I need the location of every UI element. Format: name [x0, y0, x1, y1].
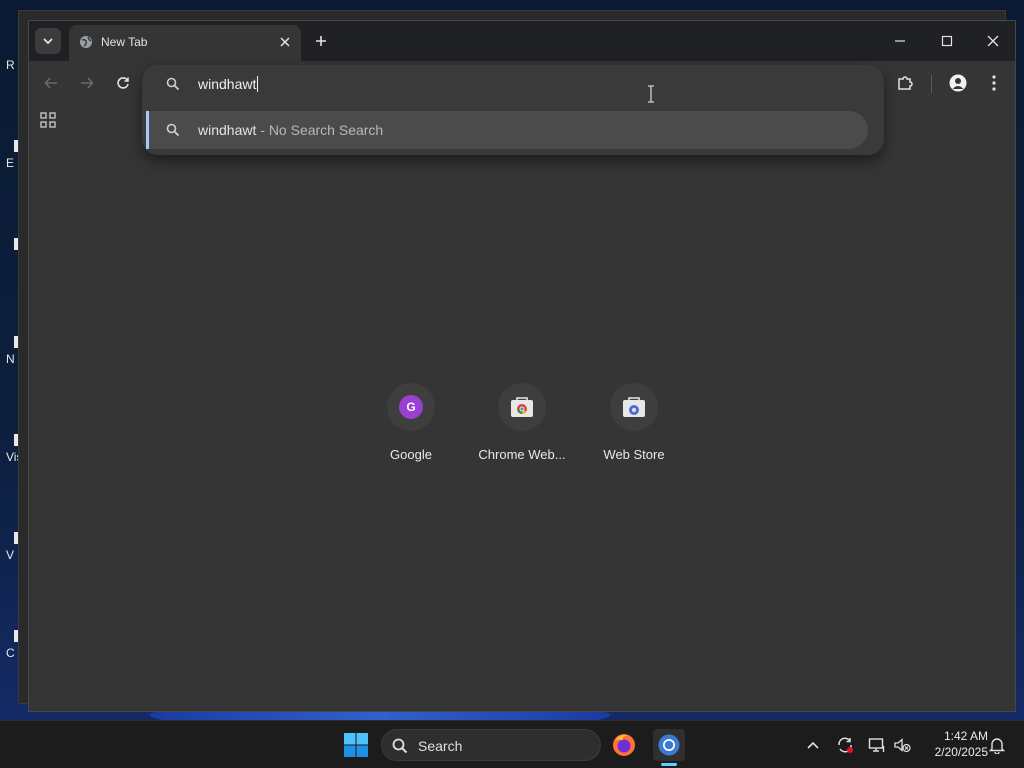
speaker-muted-icon [894, 738, 911, 753]
shortcut-tile [610, 383, 658, 431]
network-icon [868, 738, 885, 752]
bell-icon [989, 738, 1005, 754]
title-bar: New Tab [29, 21, 1015, 61]
omnibox-dropdown: windhawt windhawt - No Search Search [142, 65, 884, 155]
text-caret [257, 76, 259, 92]
maximize-button[interactable] [934, 29, 960, 53]
toolbar-divider [931, 75, 932, 93]
desktop-icon-label[interactable]: C [6, 646, 15, 660]
text-cursor-icon [648, 85, 654, 103]
close-icon [280, 37, 290, 47]
omnibox-value: windhawt [198, 76, 257, 92]
chrome-web-store-icon [511, 397, 533, 417]
sync-status-tray[interactable] [835, 735, 855, 755]
network-tray[interactable] [867, 735, 887, 755]
reload-icon [117, 77, 129, 89]
reload-button[interactable] [111, 71, 135, 95]
tab-new-tab[interactable]: New Tab [69, 25, 301, 61]
taskbar-clock[interactable]: 1:42 AM 2/20/2025 [918, 728, 988, 760]
minimize-button[interactable] [887, 29, 913, 53]
shortcut-label: Google [390, 447, 432, 462]
minimize-icon [895, 40, 905, 42]
selection-indicator [146, 111, 149, 149]
windows-start-icon[interactable] [342, 731, 370, 759]
suggestion-text: windhawt - No Search Search [198, 122, 383, 138]
shortcut-google[interactable]: G Google [361, 381, 461, 471]
avatar-icon [949, 74, 967, 92]
omnibox-input[interactable]: windhawt [198, 76, 259, 92]
shortcut-tile [498, 383, 546, 431]
shortcut-label: Chrome Web... [478, 447, 566, 462]
back-button[interactable] [39, 71, 63, 95]
menu-button[interactable] [982, 71, 1006, 95]
arrow-right-icon [81, 77, 94, 89]
taskbar-chrome[interactable] [653, 729, 685, 761]
forward-button[interactable] [75, 71, 99, 95]
omnibox-suggestion[interactable]: windhawt - No Search Search [146, 111, 868, 149]
volume-tray[interactable] [892, 735, 912, 755]
search-icon [166, 123, 180, 137]
chevron-up-icon [807, 741, 819, 749]
plus-icon [316, 36, 326, 46]
shortcut-label: Web Store [603, 447, 665, 462]
arrow-left-icon [44, 77, 57, 89]
firefox-icon [613, 734, 635, 756]
search-icon [392, 738, 408, 754]
clock-time: 1:42 AM [943, 729, 988, 743]
shortcut-web-store[interactable]: Web Store [584, 381, 684, 471]
browser-window: New Tab windhawt windhawt - No Search Se… [28, 20, 1016, 712]
taskbar-search[interactable]: Search [381, 729, 601, 761]
taskbar: Search 1:42 AM 2/20/2025 [0, 720, 1024, 768]
suggestion-description: - No Search Search [256, 122, 384, 138]
show-hidden-icons-button[interactable] [803, 735, 823, 755]
puzzle-icon [898, 76, 913, 90]
taskbar-firefox[interactable] [608, 729, 640, 761]
close-window-button[interactable] [980, 29, 1006, 53]
grid-icon [40, 112, 56, 128]
taskbar-search-label: Search [418, 738, 463, 754]
active-app-indicator [661, 763, 677, 766]
desktop-icon-label[interactable]: V [6, 548, 14, 562]
tab-search-button[interactable] [35, 28, 61, 54]
desktop-icon-label[interactable]: R [6, 58, 15, 72]
more-vertical-icon [992, 75, 996, 91]
omnibox[interactable]: windhawt [142, 65, 884, 103]
notifications-button[interactable] [987, 735, 1007, 755]
desktop-icon-label[interactable]: N [6, 352, 15, 366]
sync-icon [838, 737, 853, 753]
search-icon [166, 77, 180, 91]
shortcut-tile: G [387, 383, 435, 431]
suggestion-query: windhawt [198, 122, 257, 138]
globe-icon [80, 36, 92, 48]
apps-button[interactable] [37, 109, 59, 131]
desktop-icon-label[interactable]: E [6, 156, 14, 170]
close-icon [987, 35, 999, 47]
google-g-icon: G [399, 395, 423, 419]
tab-title: New Tab [101, 35, 148, 49]
clock-date: 2/20/2025 [934, 745, 988, 759]
maximize-icon [941, 35, 953, 47]
shortcut-chrome-web-store[interactable]: Chrome Web... [472, 381, 572, 471]
chrome-icon [658, 734, 680, 756]
extensions-button[interactable] [893, 71, 917, 95]
chevron-down-icon [43, 38, 53, 45]
web-store-icon [623, 397, 645, 417]
new-tab-button[interactable] [311, 31, 331, 51]
profile-button[interactable] [946, 71, 970, 95]
tab-close-button[interactable] [277, 34, 293, 50]
